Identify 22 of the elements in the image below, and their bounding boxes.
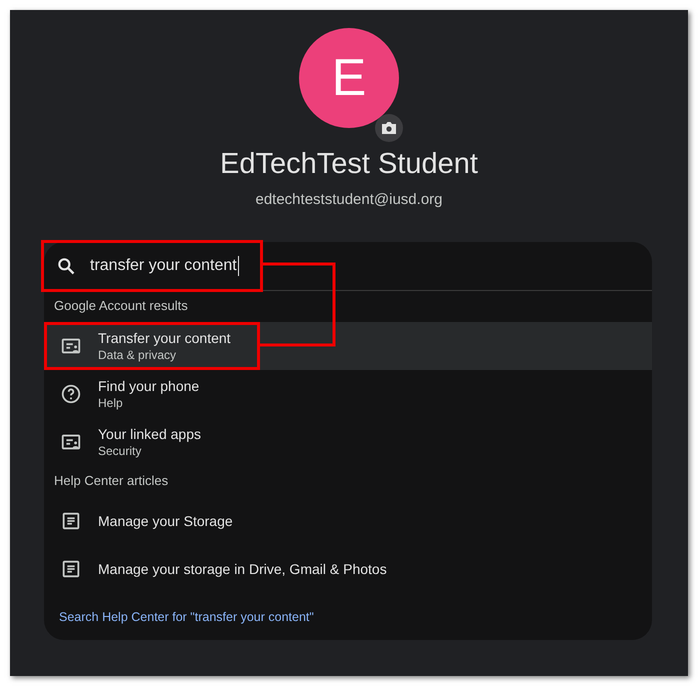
profile-name: EdTechTest Student xyxy=(220,148,478,181)
result-item[interactable]: Transfer your content Data & privacy xyxy=(44,322,652,370)
search-field[interactable]: transfer your content xyxy=(42,241,262,291)
avatar[interactable]: E xyxy=(299,28,399,128)
result-item[interactable]: Manage your Storage xyxy=(44,497,652,545)
section-heading: Google Account results xyxy=(53,297,189,315)
help-center-link[interactable]: Search Help Center for "transfer your content" xyxy=(44,610,652,640)
result-item[interactable]: Your linked apps Security xyxy=(44,418,652,466)
help-icon xyxy=(60,383,82,405)
result-item[interactable]: Manage your storage in Drive, Gmail & Photos xyxy=(44,545,652,593)
section-heading: Help Center articles xyxy=(53,472,170,490)
result-content: Manage your storage in Drive, Gmail & Photos xyxy=(44,545,387,593)
result-content: Your linked apps Security xyxy=(44,418,260,466)
result-content: Manage your Storage xyxy=(44,497,260,545)
annotation-box: Transfer your content Data & privacy xyxy=(44,322,260,370)
search-icon xyxy=(56,256,76,276)
camera-icon[interactable] xyxy=(375,114,403,142)
result-item[interactable]: Find your phone Help xyxy=(44,370,652,418)
profile-email: edtechteststudent@iusd.org xyxy=(255,191,442,208)
result-content: Find your phone Help xyxy=(44,370,260,418)
document-icon xyxy=(60,558,82,580)
document-icon xyxy=(60,510,82,532)
